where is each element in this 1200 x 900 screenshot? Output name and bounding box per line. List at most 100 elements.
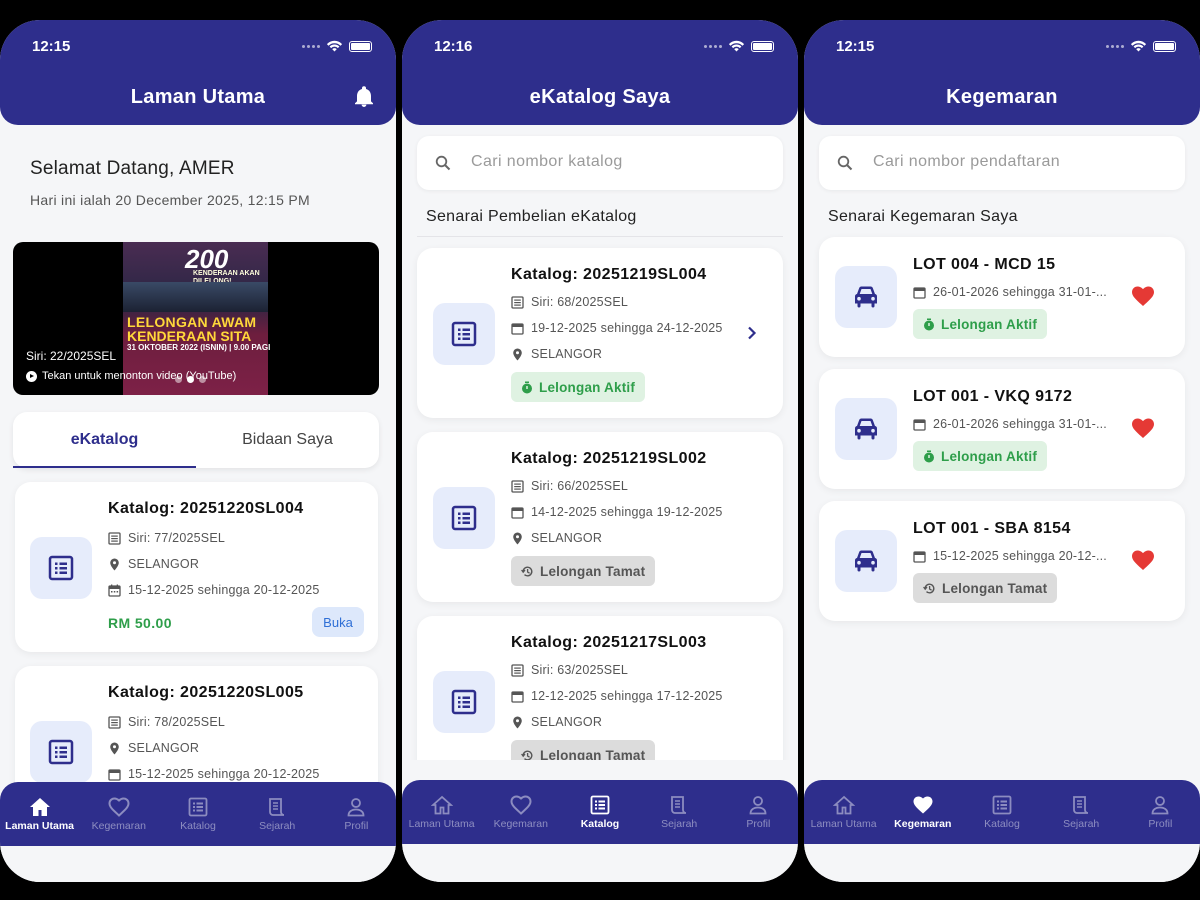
catalog-list[interactable]: Katalog: 20251219SL004 Siri: 68/2025SEL … — [402, 240, 798, 760]
card-siri: Siri: 78/2025SEL — [108, 715, 225, 729]
siri-text: Siri: 68/2025SEL — [531, 295, 629, 309]
dates-text: 26-01-2026 sehingga 31-01-... — [933, 417, 1107, 431]
dates-text: 15-12-2025 sehingga 20-12-2025 — [128, 767, 320, 781]
nav-label: Sejarah — [259, 819, 296, 832]
catalog-icon — [30, 721, 92, 783]
tab-indicator — [13, 466, 196, 468]
heart-icon[interactable] — [1131, 286, 1155, 307]
nav-sejarah[interactable]: Sejarah — [640, 780, 719, 844]
play-icon — [26, 370, 37, 382]
dates-text: 14-12-2025 sehingga 19-12-2025 — [531, 505, 723, 519]
bell-icon[interactable] — [354, 86, 374, 108]
profile-icon — [347, 797, 365, 816]
home-screen: 12:15 Laman Utama Selamat Datang, AMER H… — [0, 20, 396, 882]
lot-title: LOT 001 - VKQ 9172 — [913, 388, 1073, 405]
siri-text: Siri: 78/2025SEL — [128, 715, 226, 729]
signal-icon — [302, 44, 320, 48]
status-time: 12:16 — [434, 38, 473, 55]
favourite-card[interactable]: LOT 004 - MCD 15 26-01-2026 sehingga 31-… — [819, 237, 1185, 357]
location-text: SELANGOR — [128, 741, 200, 755]
status-text: Lelongan Aktif — [941, 316, 1038, 332]
favourite-card[interactable]: LOT 001 - VKQ 9172 26-01-2026 sehingga 3… — [819, 369, 1185, 489]
nav-profil[interactable]: Profil — [1121, 780, 1200, 844]
nav-sejarah[interactable]: Sejarah — [1042, 780, 1121, 844]
heart-icon — [510, 794, 532, 815]
home-icon — [29, 797, 50, 816]
status-badge: Lelongan Tamat — [511, 740, 656, 761]
home-icon — [832, 795, 855, 814]
history-icon — [1073, 795, 1089, 814]
watch-video-label: Tekan untuk menonton video (YouTube) — [42, 370, 237, 382]
nav-kegemaran[interactable]: Kegemaran — [79, 782, 158, 846]
favourite-card[interactable]: LOT 001 - SBA 8154 15-12-2025 sehingga 2… — [819, 501, 1185, 621]
catalog-card[interactable]: Katalog: 20251217SL003 Siri: 63/2025SEL … — [417, 616, 783, 760]
nav-sejarah[interactable]: Sejarah — [238, 782, 317, 846]
page-title: Laman Utama — [130, 86, 266, 108]
nav-label: Katalog — [580, 817, 620, 830]
bottom-nav: Laman Utama Kegemaran Katalog Sejarah Pr… — [0, 782, 396, 846]
nav-laman-utama[interactable]: Laman Utama — [804, 780, 883, 844]
location-text: SELANGOR — [531, 715, 603, 729]
list-icon — [511, 295, 524, 309]
nav-label: Kegemaran — [493, 817, 548, 830]
history-icon — [269, 797, 285, 816]
page-title: Kegemaran — [946, 86, 1058, 108]
calendar-icon — [913, 286, 926, 299]
heart-icon[interactable] — [1131, 418, 1155, 439]
status-text: Lelongan Tamat — [942, 580, 1048, 596]
tab-ekatalog[interactable]: eKatalog — [13, 412, 196, 468]
carousel-dots[interactable] — [175, 376, 206, 383]
video-banner[interactable]: 200 KENDERAAN AKAN DILELONG! LELONGAN AW… — [13, 242, 379, 395]
signal-icon — [704, 44, 722, 48]
car-icon — [835, 266, 897, 328]
open-button[interactable]: Buka — [312, 607, 364, 637]
nav-label: Profil — [1148, 817, 1173, 830]
lot-dates: 26-01-2026 sehingga 31-01-... — [913, 285, 1107, 299]
greeting: Selamat Datang, AMER — [30, 158, 235, 179]
card-siri: Siri: 68/2025SEL — [511, 295, 628, 309]
list-icon — [108, 531, 121, 545]
calendar-icon — [913, 550, 926, 563]
nav-katalog[interactable]: Katalog — [962, 780, 1041, 844]
home-indicator-area — [402, 848, 798, 882]
calendar-icon — [108, 768, 121, 781]
catalog-card[interactable]: Katalog: 20251219SL004 Siri: 68/2025SEL … — [417, 248, 783, 418]
timer-icon — [924, 450, 934, 462]
card-siri: Siri: 77/2025SEL — [108, 531, 225, 545]
lot-title: LOT 004 - MCD 15 — [913, 256, 1056, 273]
nav-katalog[interactable]: Katalog — [560, 780, 639, 844]
catalog-icon — [433, 671, 495, 733]
calendar-icon — [108, 584, 121, 597]
nav-laman-utama[interactable]: Laman Utama — [0, 782, 79, 846]
search-icon — [837, 155, 853, 171]
search-input[interactable]: Cari nombor katalog — [417, 136, 783, 190]
bottom-nav: Laman Utama Kegemaran Katalog Sejarah Pr… — [402, 780, 798, 844]
card-siri: Siri: 66/2025SEL — [511, 479, 628, 493]
status-text: Lelongan Tamat — [540, 747, 646, 761]
nav-katalog[interactable]: Katalog — [158, 782, 237, 846]
calendar-icon — [511, 322, 524, 335]
nav-laman-utama[interactable]: Laman Utama — [402, 780, 481, 844]
status-icons — [704, 40, 774, 52]
home-icon — [430, 795, 453, 814]
location-icon — [513, 532, 522, 544]
nav-kegemaran[interactable]: Kegemaran — [883, 780, 962, 844]
siri-text: Siri: 77/2025SEL — [128, 531, 226, 545]
nav-profil[interactable]: Profil — [719, 780, 798, 844]
catalog-icon — [30, 537, 92, 599]
catalog-card[interactable]: Katalog: 20251219SL002 Siri: 66/2025SEL … — [417, 432, 783, 602]
battery-icon — [751, 40, 774, 52]
chevron-right-icon[interactable] — [747, 326, 757, 340]
search-placeholder: Cari nombor katalog — [471, 153, 623, 170]
nav-kegemaran[interactable]: Kegemaran — [481, 780, 560, 844]
wifi-icon — [326, 40, 343, 52]
status-badge: Lelongan Tamat — [511, 556, 656, 586]
location-icon — [110, 558, 119, 570]
nav-label: Laman Utama — [810, 817, 877, 830]
nav-label: Katalog — [984, 817, 1020, 830]
catalog-card[interactable]: Katalog: 20251220SL004 Siri: 77/2025SEL … — [15, 482, 378, 652]
tab-bidaan-saya[interactable]: Bidaan Saya — [196, 412, 379, 468]
search-input[interactable]: Cari nombor pendaftaran — [819, 136, 1185, 190]
nav-profil[interactable]: Profil — [317, 782, 396, 846]
heart-icon[interactable] — [1131, 550, 1155, 571]
